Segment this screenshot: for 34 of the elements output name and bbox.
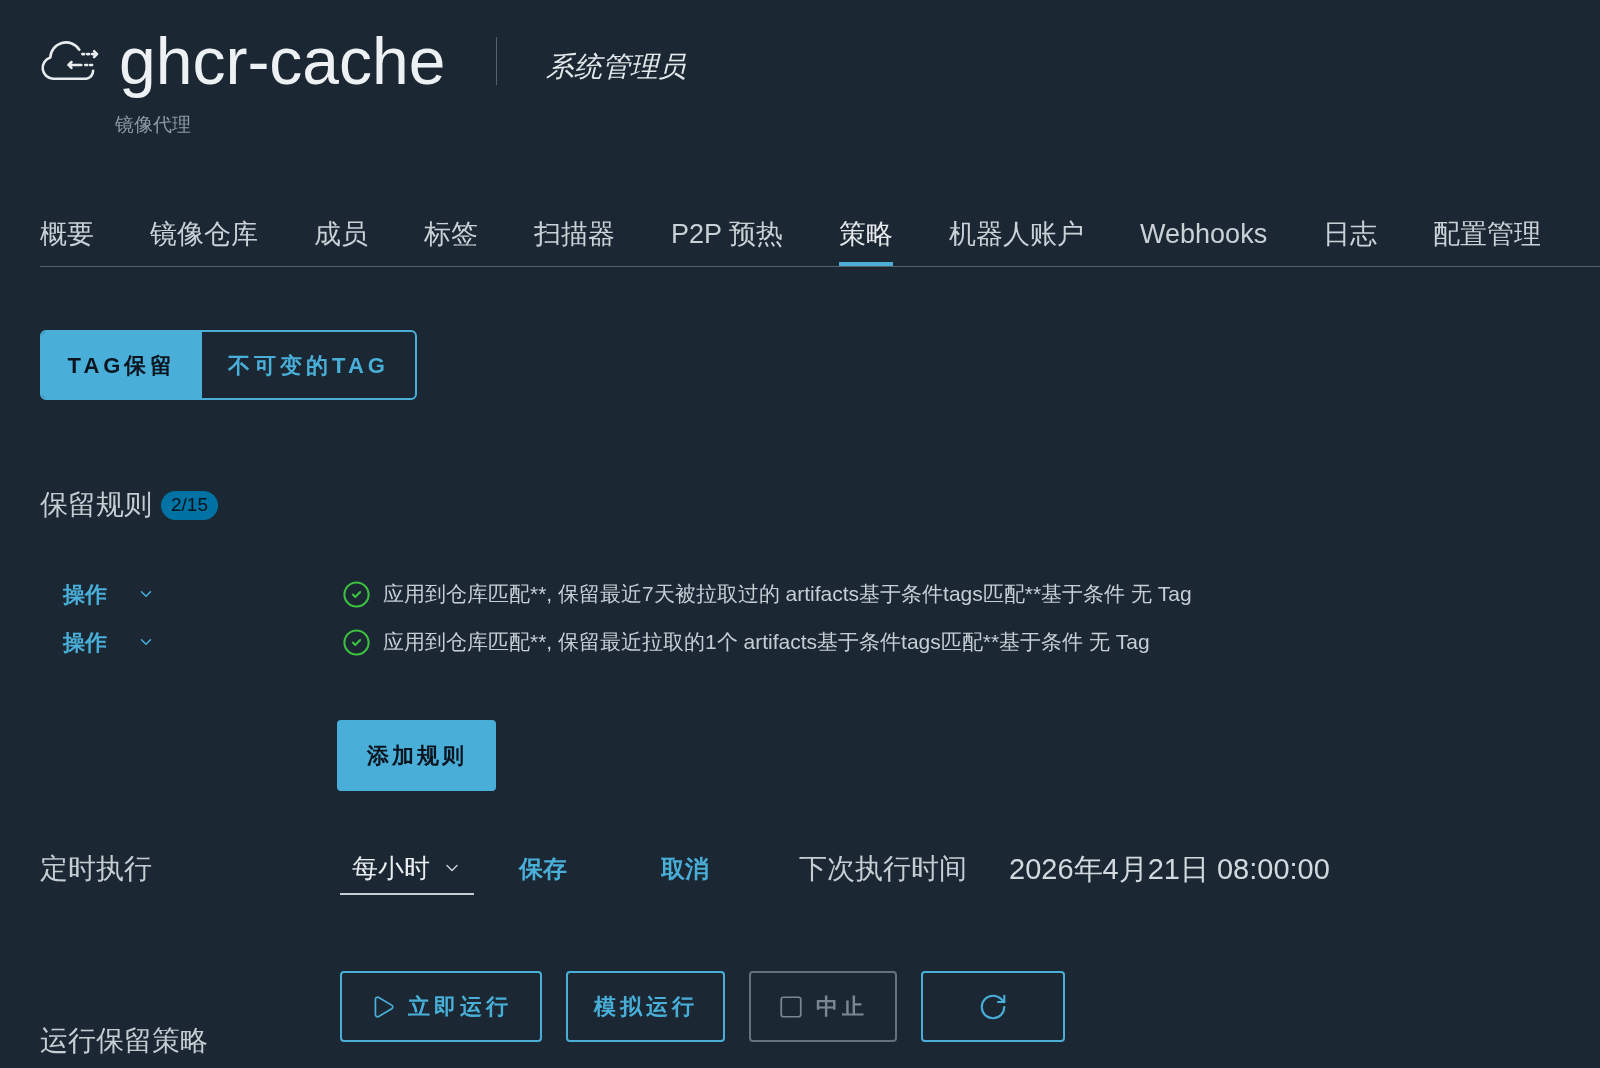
segment-tab[interactable]: TAG保留 bbox=[42, 332, 202, 398]
app-subtitle: 镜像代理 bbox=[115, 113, 191, 137]
cancel-button[interactable]: 取消 bbox=[661, 851, 709, 887]
nav-tab[interactable]: 机器人账户 bbox=[949, 214, 1085, 266]
run-policy-label: 运行保留策略 bbox=[40, 1024, 209, 1058]
add-rule-button[interactable]: 添加规则 bbox=[337, 720, 496, 791]
save-button[interactable]: 保存 bbox=[519, 851, 567, 887]
actions-dropdown-button[interactable]: 操作 bbox=[63, 577, 155, 611]
nav-tab[interactable]: 日志 bbox=[1323, 214, 1378, 266]
cloud-arrows-icon bbox=[40, 40, 99, 82]
next-run-time: 2026年4月21日 08:00:00 bbox=[1009, 852, 1330, 887]
rule-count-badge: 2/15 bbox=[161, 490, 218, 520]
nav-tab[interactable]: 成员 bbox=[314, 214, 368, 266]
actions-dropdown-button[interactable]: 操作 bbox=[63, 625, 155, 659]
nav-tab[interactable]: 镜像仓库 bbox=[150, 214, 258, 266]
square-icon bbox=[778, 993, 804, 1020]
run-now-button[interactable]: 立即运行 bbox=[340, 971, 542, 1042]
next-run-label: 下次执行时间 bbox=[799, 852, 967, 886]
rule-description: 应用到仓库匹配**, 保留最近拉取的1个 artifacts基于条件tags匹配**基于条件 无 Tag bbox=[383, 629, 1150, 655]
dry-run-button[interactable]: 模拟运行 bbox=[566, 971, 725, 1042]
section-title: 保留规则 bbox=[40, 488, 152, 522]
nav-tab[interactable]: 配置管理 bbox=[1433, 214, 1542, 266]
rule-description: 应用到仓库匹配**, 保留最近7天被拉取过的 artifacts基于条件tags匹配**基于条件 无 Tag bbox=[383, 581, 1192, 607]
nav-tab[interactable]: 扫描器 bbox=[534, 214, 615, 266]
nav-tab[interactable]: 概要 bbox=[40, 214, 94, 266]
frequency-select[interactable]: 每小时 bbox=[340, 843, 474, 895]
schedule-label: 定时执行 bbox=[40, 852, 153, 886]
nav-tab[interactable]: 标签 bbox=[424, 214, 478, 266]
segment-tab[interactable]: 不可变的TAG bbox=[202, 332, 415, 398]
role-label: 系统管理员 bbox=[545, 50, 686, 84]
nav-tab[interactable]: 策略 bbox=[839, 214, 894, 266]
nav-tab[interactable]: Webhooks bbox=[1140, 214, 1268, 266]
refresh-button[interactable] bbox=[921, 971, 1065, 1042]
nav-tab[interactable]: P2P 预热 bbox=[671, 214, 784, 266]
